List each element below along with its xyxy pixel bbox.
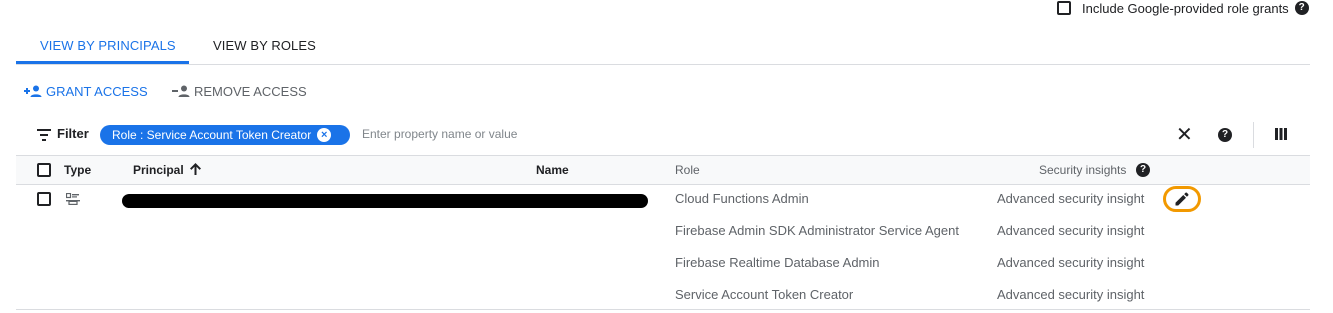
filter-label[interactable]: Filter (57, 126, 89, 141)
grant-access-label: GRANT ACCESS (46, 83, 148, 99)
select-all-checkbox[interactable] (37, 163, 51, 177)
add-person-icon (24, 85, 42, 97)
tab-view-by-roles[interactable]: VIEW BY ROLES (213, 38, 316, 53)
include-google-roles-option[interactable]: Include Google-provided role grants ? (1057, 0, 1309, 16)
role-cloud-functions-admin: Cloud Functions Admin (675, 191, 809, 206)
remove-access-label: REMOVE ACCESS (194, 83, 307, 99)
filter-property-input[interactable] (362, 124, 762, 144)
filter-chip-label: Role : Service Account Token Creator (112, 128, 312, 142)
pencil-icon (1175, 192, 1189, 206)
column-header-role: Role (675, 163, 700, 177)
column-header-type[interactable]: Type (64, 163, 91, 177)
include-google-roles-label: Include Google-provided role grants (1082, 0, 1289, 16)
toolbar-divider (1253, 122, 1254, 148)
row-checkbox[interactable] (37, 192, 51, 206)
edit-principal-button[interactable] (1163, 186, 1201, 212)
tab-view-by-principals[interactable]: VIEW BY PRINCIPALS (40, 38, 176, 53)
filter-chip-role[interactable]: Role : Service Account Token Creator × (100, 125, 350, 145)
role-firebase-realtime-db-admin: Firebase Realtime Database Admin (675, 255, 880, 270)
include-google-roles-checkbox[interactable] (1057, 1, 1071, 15)
remove-access-button[interactable]: REMOVE ACCESS (172, 82, 307, 100)
help-icon[interactable]: ? (1294, 1, 1309, 15)
role-firebase-admin-sdk-agent: Firebase Admin SDK Administrator Service… (675, 223, 959, 238)
service-account-icon (66, 193, 80, 205)
filter-icon[interactable] (37, 129, 51, 141)
role-service-account-token-creator: Service Account Token Creator (675, 287, 854, 302)
close-icon[interactable]: × (317, 128, 332, 142)
security-insight[interactable]: Advanced security insight (997, 223, 1144, 238)
column-display-icon[interactable] (1275, 128, 1287, 140)
clear-filter-icon[interactable]: ✕ (1176, 124, 1193, 146)
remove-person-icon (172, 85, 190, 97)
tabs-divider (16, 64, 1310, 65)
sort-ascending-icon[interactable] (189, 162, 202, 176)
security-insight[interactable]: Advanced security insight (997, 255, 1144, 270)
security-insight[interactable]: Advanced security insight (997, 287, 1144, 302)
help-icon[interactable]: ? (1218, 128, 1232, 142)
table-bottom-border (16, 309, 1310, 310)
grant-access-button[interactable]: GRANT ACCESS (24, 82, 148, 100)
column-header-name[interactable]: Name (536, 163, 569, 177)
column-header-principal[interactable]: Principal (133, 163, 184, 177)
help-icon[interactable]: ? (1136, 163, 1150, 177)
column-header-security-insights: Security insights (1039, 163, 1127, 177)
redacted-principal-and-name (122, 194, 648, 208)
security-insight[interactable]: Advanced security insight (997, 191, 1144, 206)
